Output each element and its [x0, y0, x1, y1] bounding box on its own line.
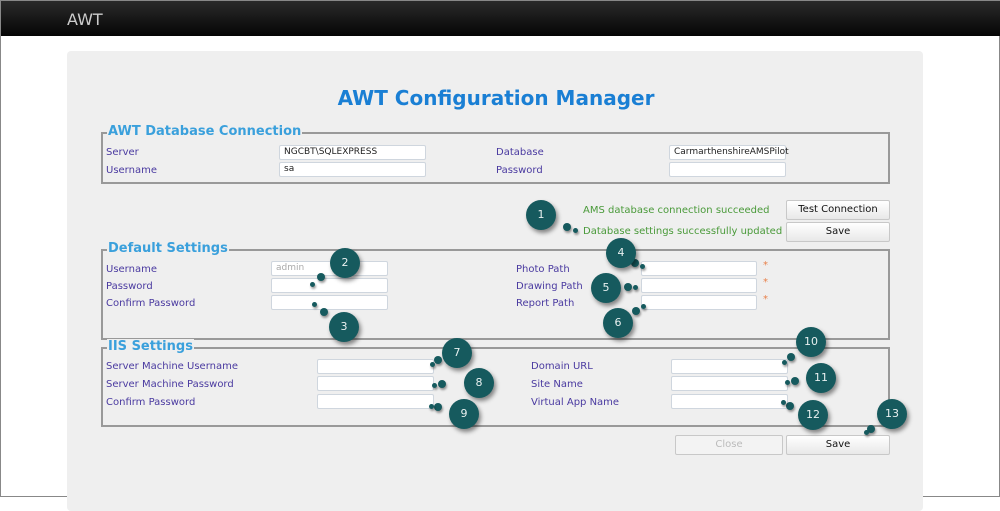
- callout-dot: [434, 356, 442, 364]
- callout-8: 8: [464, 368, 494, 398]
- test-connection-button[interactable]: Test Connection: [786, 200, 890, 220]
- callout-dot: [787, 353, 795, 361]
- domain-url-label: Domain URL: [531, 361, 593, 372]
- drawing-path-label: Drawing Path: [516, 281, 583, 292]
- update-status: Database settings successfully updated: [583, 226, 783, 237]
- username-label: Username: [106, 165, 157, 176]
- photo-path-input[interactable]: [641, 261, 757, 276]
- iis-username-label: Server Machine Username: [106, 361, 238, 372]
- callout-3: 3: [329, 312, 359, 342]
- callout-7: 7: [442, 338, 472, 368]
- group-legend: Default Settings: [107, 241, 229, 257]
- callout-dot: [786, 402, 794, 410]
- callout-dot: [310, 282, 315, 287]
- save-button[interactable]: Save: [786, 435, 890, 455]
- callout-dot: [781, 400, 786, 405]
- page-title: AWT Configuration Manager: [337, 86, 655, 110]
- iis-username-input[interactable]: [317, 359, 434, 374]
- virtual-app-input[interactable]: [671, 394, 788, 409]
- save-db-button[interactable]: Save: [786, 222, 890, 242]
- default-confirm-label: Confirm Password: [106, 298, 196, 309]
- group-legend: IIS Settings: [107, 339, 194, 355]
- callout-dot: [432, 383, 437, 388]
- callout-12: 12: [798, 400, 828, 430]
- database-label: Database: [496, 147, 544, 158]
- callout-6: 6: [603, 308, 633, 338]
- brand: AWT: [67, 10, 103, 29]
- required-marker: *: [763, 294, 768, 305]
- close-button[interactable]: Close: [675, 435, 783, 455]
- required-marker: *: [763, 260, 768, 271]
- callout-dot: [782, 360, 787, 365]
- domain-url-input[interactable]: [671, 359, 788, 374]
- callout-dot: [640, 264, 645, 269]
- callout-5: 5: [591, 273, 621, 303]
- required-marker: *: [763, 277, 768, 288]
- callout-dot: [429, 404, 434, 409]
- callout-dot: [438, 380, 446, 388]
- callout-4: 4: [606, 238, 636, 268]
- group-legend: AWT Database Connection: [107, 124, 303, 140]
- callout-dot: [573, 228, 578, 233]
- default-confirm-input[interactable]: [271, 295, 388, 310]
- iis-confirm-label: Confirm Password: [106, 397, 196, 408]
- server-label: Server: [106, 147, 139, 158]
- default-settings-group: Default Settings: [101, 241, 890, 340]
- callout-dot: [430, 362, 435, 367]
- username-input[interactable]: sa: [279, 162, 426, 177]
- callout-dot: [633, 285, 638, 290]
- default-password-label: Password: [106, 281, 153, 292]
- callout-10: 10: [796, 327, 826, 357]
- callout-11: 11: [806, 363, 836, 393]
- site-name-label: Site Name: [531, 379, 583, 390]
- default-username-label: Username: [106, 264, 157, 275]
- report-path-input[interactable]: [641, 295, 757, 310]
- site-name-input[interactable]: [671, 376, 788, 391]
- photo-path-label: Photo Path: [516, 264, 570, 275]
- callout-dot: [641, 304, 646, 309]
- callout-1: 1: [526, 200, 556, 230]
- callout-9: 9: [449, 399, 479, 429]
- callout-dot: [563, 223, 571, 231]
- callout-dot: [791, 377, 799, 385]
- iis-password-label: Server Machine Password: [106, 379, 234, 390]
- callout-2: 2: [330, 248, 360, 278]
- top-bar: AWT: [1, 1, 1000, 36]
- callout-13: 13: [877, 399, 907, 429]
- default-password-input[interactable]: [271, 278, 388, 293]
- iis-password-input[interactable]: [317, 376, 434, 391]
- connection-status: AMS database connection succeeded: [583, 205, 770, 216]
- callout-dot: [624, 283, 632, 291]
- callout-dot: [320, 308, 328, 316]
- callout-dot: [864, 430, 869, 435]
- drawing-path-input[interactable]: [641, 278, 757, 293]
- password-label: Password: [496, 165, 543, 176]
- callout-dot: [317, 273, 325, 281]
- callout-dot: [785, 380, 790, 385]
- callout-dot: [312, 302, 317, 307]
- database-input[interactable]: CarmarthenshireAMSPilot: [669, 145, 789, 160]
- password-input[interactable]: [669, 162, 786, 177]
- callout-dot: [434, 403, 442, 411]
- server-input[interactable]: NGCBT\SQLEXPRESS: [279, 145, 426, 160]
- callout-dot: [632, 307, 640, 315]
- iis-confirm-input[interactable]: [317, 394, 434, 409]
- virtual-app-label: Virtual App Name: [531, 397, 620, 408]
- report-path-label: Report Path: [516, 298, 575, 309]
